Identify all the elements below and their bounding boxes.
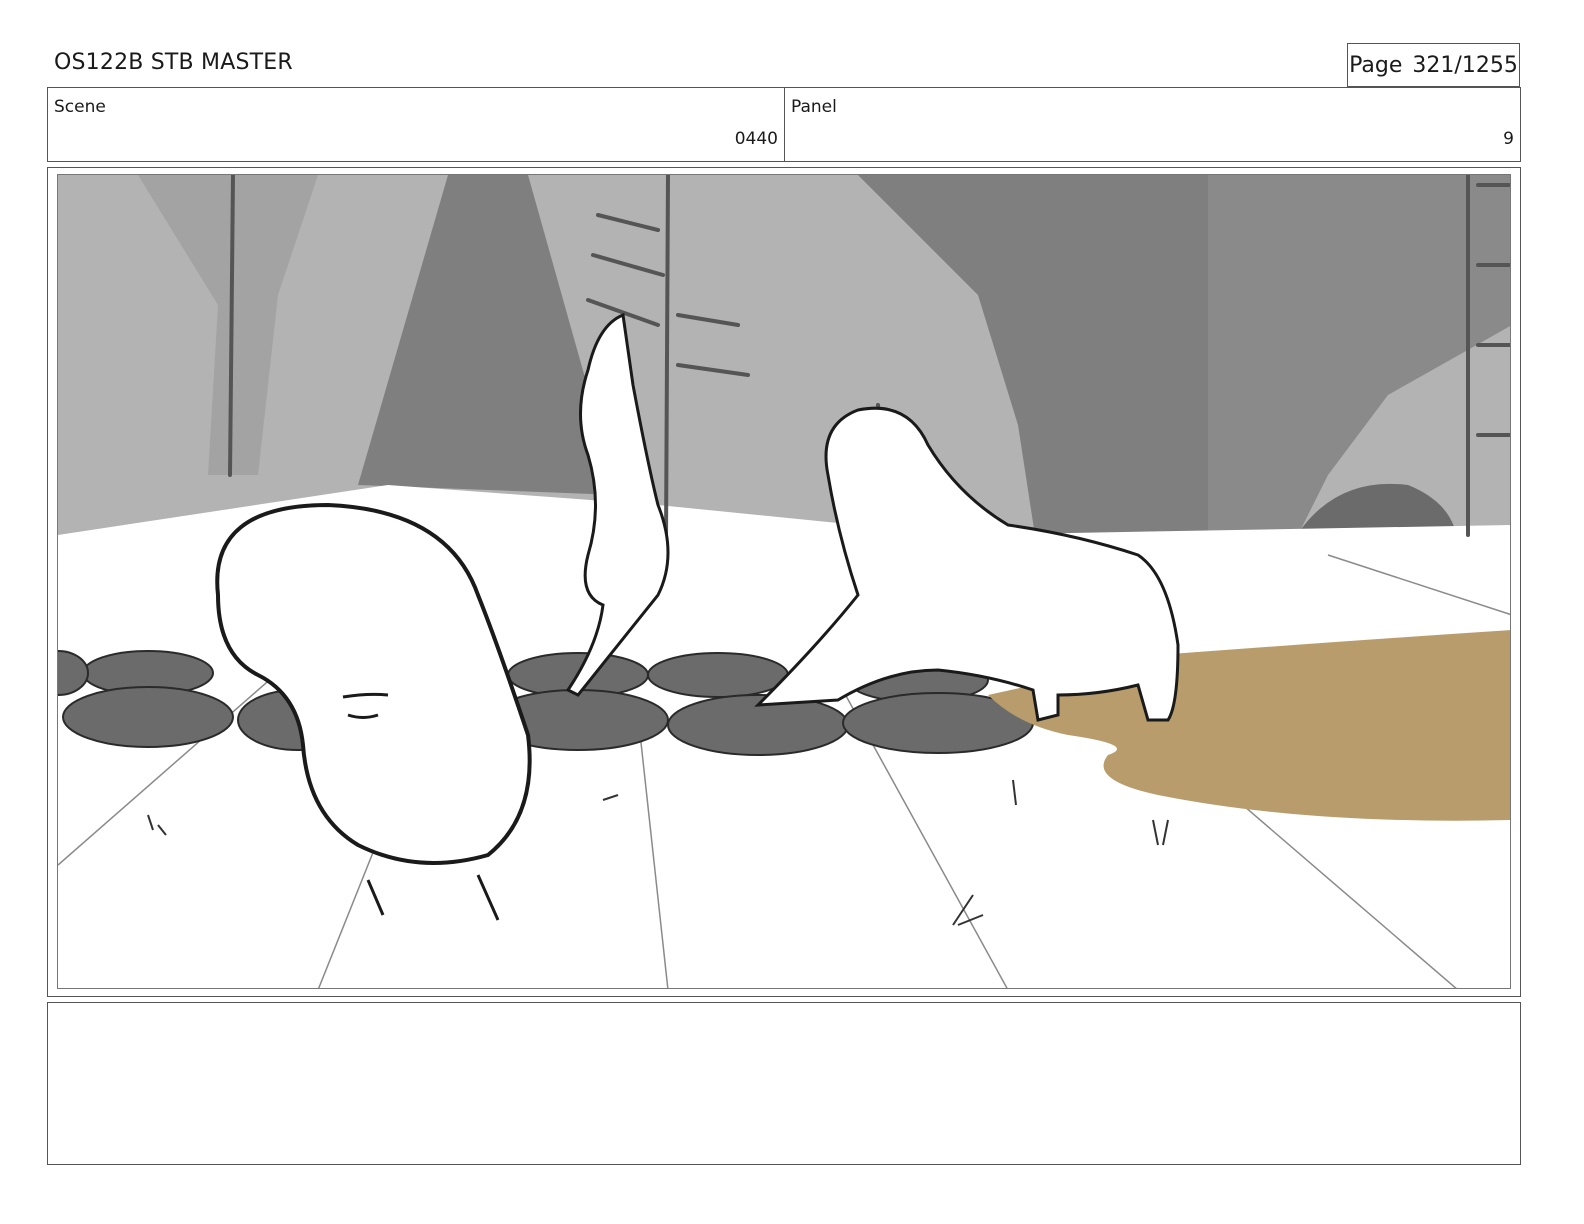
sketch-illustration: [58, 175, 1510, 988]
page-number: 321/1255: [1412, 52, 1518, 78]
page-indicator: Page 321/1255: [1347, 43, 1520, 87]
page-label: Page: [1349, 52, 1403, 78]
panel-value: 9: [1503, 129, 1514, 149]
storyboard-drawing: [57, 174, 1511, 989]
panel-cell: Panel 9: [785, 88, 1520, 161]
panel-label: Panel: [791, 97, 837, 117]
document-title: OS122B STB MASTER: [54, 50, 293, 75]
storyboard-frame: [47, 167, 1521, 997]
scene-panel-info: Scene 0440 Panel 9: [47, 87, 1521, 162]
scene-label: Scene: [54, 97, 106, 117]
scene-cell: Scene 0440: [48, 88, 785, 161]
notes-area: [47, 1002, 1521, 1165]
scene-value: 0440: [734, 129, 778, 149]
